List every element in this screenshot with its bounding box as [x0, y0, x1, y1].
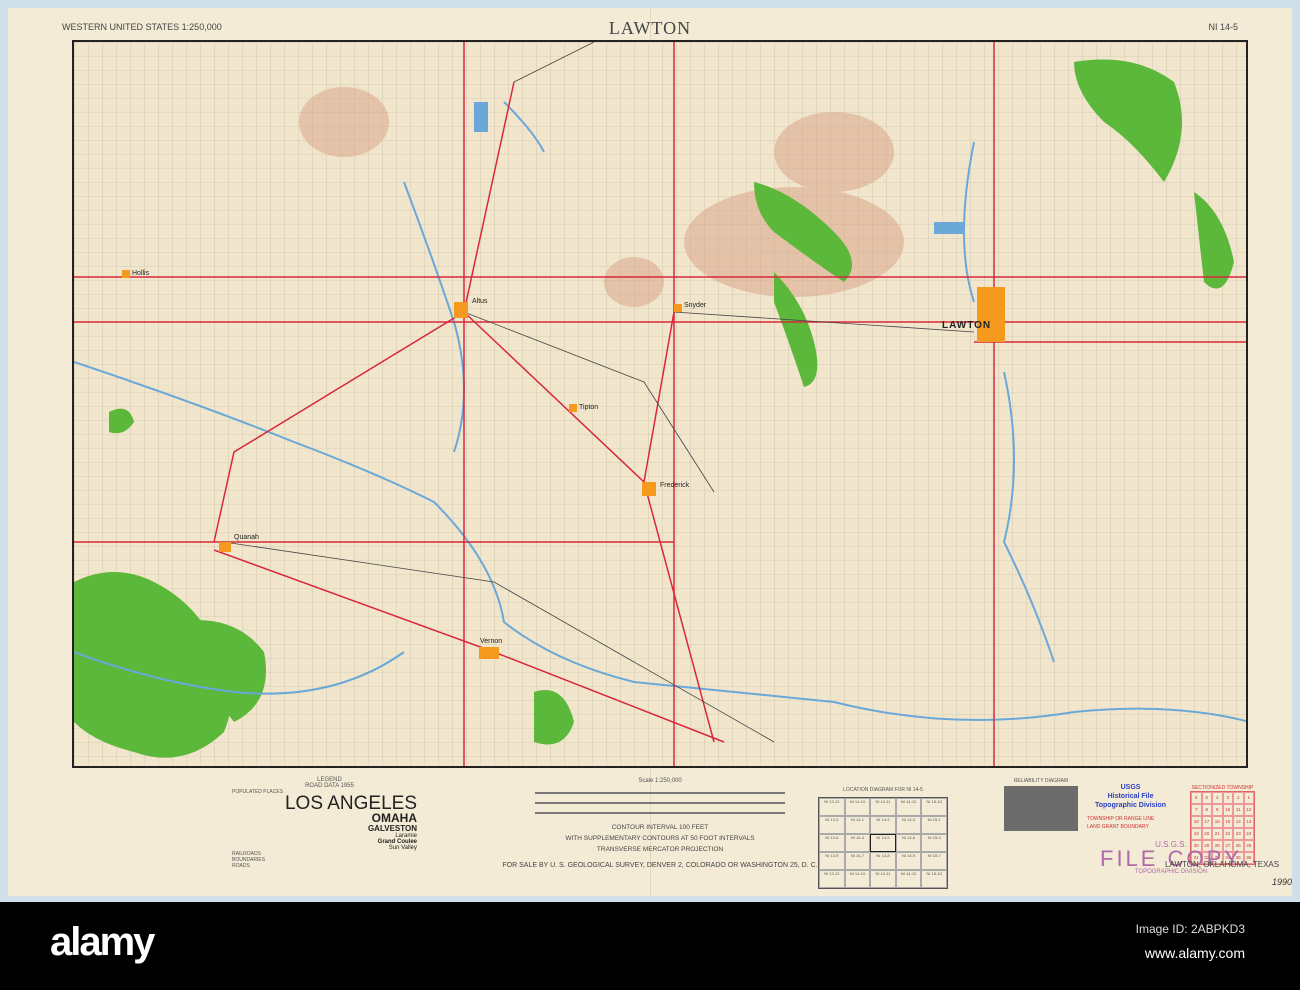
section-cell: 5	[1201, 792, 1212, 804]
usgs-historical-stamp: USGS Historical File Topographic Divisio…	[1095, 783, 1166, 810]
location-cell: NI 13-12	[819, 798, 845, 816]
reliability-diagram: RELIABILITY DIAGRAM	[1004, 778, 1078, 831]
lake	[934, 222, 964, 234]
location-cell: NI 13-9	[819, 852, 845, 870]
reliability-box	[1004, 786, 1078, 831]
section-cell: 6	[1191, 792, 1202, 804]
location-cell: NI 15-7	[921, 852, 947, 870]
section-cell: 11	[1233, 804, 1244, 816]
location-cell: NI 13-6	[819, 834, 845, 852]
location-grid: NI 13-12 NI 14-10 NI 14-11 NI 14-12 NI 15-10…	[818, 797, 948, 889]
image-id: Image ID: 2ABPKD3	[1135, 922, 1245, 936]
location-cell: NI 15-1	[921, 816, 947, 834]
sheet-number: NI 14-5	[1208, 22, 1238, 32]
section-cell: 25	[1243, 840, 1254, 852]
stamp-line: Historical File	[1107, 793, 1154, 800]
file-copy-stamp: U.S.G.S. FILE COPY TOPOGRAPHIC DIVISION	[1100, 840, 1242, 875]
location-cell: NI 14-8	[870, 852, 896, 870]
section-cell: 8	[1201, 804, 1212, 816]
scale-bar-km	[535, 802, 785, 804]
sectionized-title: SECTIONIZED TOWNSHIP	[1191, 785, 1254, 791]
city-label-frederick[interactable]: Frederick	[660, 482, 689, 489]
legend-example-3: GALVESTON	[367, 824, 417, 833]
section-cell: 13	[1243, 816, 1254, 828]
section-cell: 10	[1222, 804, 1233, 816]
location-cell: NI 15-4	[921, 834, 947, 852]
scale-block: Scale 1:250,000 CONTOUR INTERVAL 100 FEE…	[500, 778, 820, 855]
location-cell: NI 14-10	[844, 798, 871, 816]
city-label-vernon[interactable]: Vernon	[480, 638, 502, 645]
city-label-snyder[interactable]: Snyder	[684, 302, 706, 309]
section-cell: 4	[1212, 792, 1223, 804]
location-cell: NI 14-2	[870, 816, 896, 834]
section-cell: 19	[1191, 828, 1202, 840]
location-cell: NI 14-11	[870, 870, 896, 888]
section-cell: 7	[1191, 804, 1202, 816]
section-cell: 17	[1201, 816, 1212, 828]
section-cell: 14	[1233, 816, 1244, 828]
section-cell: 20	[1201, 828, 1212, 840]
section-cell: 18	[1191, 816, 1202, 828]
watermark-bar: alamy Image ID: 2ABPKD3 www.alamy.com	[0, 902, 1300, 990]
township-line-label: TOWNSHIP OR RANGE LINE	[1087, 816, 1155, 822]
section-cell: 12	[1243, 804, 1254, 816]
location-cell: NI 14-9	[895, 852, 922, 870]
section-cell: 1	[1243, 792, 1254, 804]
city-label-lawton[interactable]: LAWTON	[942, 320, 991, 331]
location-diagram: LOCATION DIAGRAM FOR NI 14-5 NI 13-12 NI …	[818, 787, 948, 889]
location-cell: NI 14-10	[844, 870, 871, 888]
location-cell: NI 13-3	[819, 816, 845, 834]
stamp-line: USGS	[1120, 784, 1141, 791]
map-canvas	[74, 42, 1246, 766]
section-cell: 22	[1222, 828, 1233, 840]
location-cell: NI 13-12	[819, 870, 845, 888]
contour-interval: CONTOUR INTERVAL 100 FEET	[611, 824, 709, 831]
site-url[interactable]: www.alamy.com	[1145, 945, 1245, 961]
section-cell: 2	[1233, 792, 1244, 804]
supplementary-contours: WITH SUPPLEMENTARY CONTOURS AT 50 FOOT I…	[565, 835, 755, 842]
reliability-title: RELIABILITY DIAGRAM	[1013, 778, 1069, 784]
city-label-hollis[interactable]: Hollis	[132, 270, 149, 277]
location-cell: NI 15-10	[921, 798, 947, 816]
map-title: LAWTON	[608, 18, 692, 38]
location-cell: NI 14-3	[895, 816, 922, 834]
location-cell: NI 14-5	[870, 834, 896, 852]
scale-bar-miles	[535, 792, 785, 794]
scale-bar-nautical	[535, 812, 785, 814]
section-cell: 21	[1212, 828, 1223, 840]
legend-example-2: OMAHA	[371, 811, 417, 825]
stamp-line: Topographic Division	[1095, 802, 1167, 809]
location-diagram-title: LOCATION DIAGRAM FOR NI 14-5	[843, 787, 923, 793]
footer-location: LAWTON, OKLAHOMA, TEXAS	[1165, 860, 1280, 869]
city-label-tipton[interactable]: Tipton	[579, 404, 598, 411]
location-cell: NI 14-4	[844, 834, 871, 852]
location-cell: NI 14-7	[844, 852, 871, 870]
land-grant-label: LAND GRANT BOUNDARY	[1087, 824, 1149, 830]
topographic-map[interactable]: LAWTON Altus Frederick Vernon Tipton Qua…	[72, 40, 1248, 768]
location-cell: NI 14-6	[895, 834, 922, 852]
section-cell: 3	[1222, 792, 1233, 804]
legend-roads: ROADS	[232, 863, 250, 869]
projection: TRANSVERSE MERCATOR PROJECTION	[596, 846, 724, 853]
city-label-altus[interactable]: Altus	[472, 298, 488, 305]
location-cell: NI 14-11	[870, 798, 896, 816]
location-cell: NI 15-10	[921, 870, 947, 888]
scale-label: Scale 1:250,000	[638, 778, 682, 784]
city-label-quanah[interactable]: Quanah	[234, 534, 259, 541]
location-cell: NI 14-12	[895, 870, 922, 888]
section-cell: 15	[1222, 816, 1233, 828]
section-cell: 16	[1212, 816, 1223, 828]
alamy-logo[interactable]: alamy	[50, 920, 155, 965]
section-cell: 23	[1233, 828, 1244, 840]
legend: LEGEND ROAD DATA 1955 POPULATED PLACES L…	[232, 777, 427, 869]
sale-notice: FOR SALE BY U. S. GEOLOGICAL SURVEY, DEN…	[502, 862, 818, 869]
lake	[474, 102, 488, 132]
section-cell: 9	[1212, 804, 1223, 816]
location-cell: NI 14-1	[844, 816, 871, 834]
location-cell: NI 14-12	[895, 798, 922, 816]
year-annotation: 1990	[1272, 877, 1293, 887]
section-cell: 24	[1243, 828, 1254, 840]
